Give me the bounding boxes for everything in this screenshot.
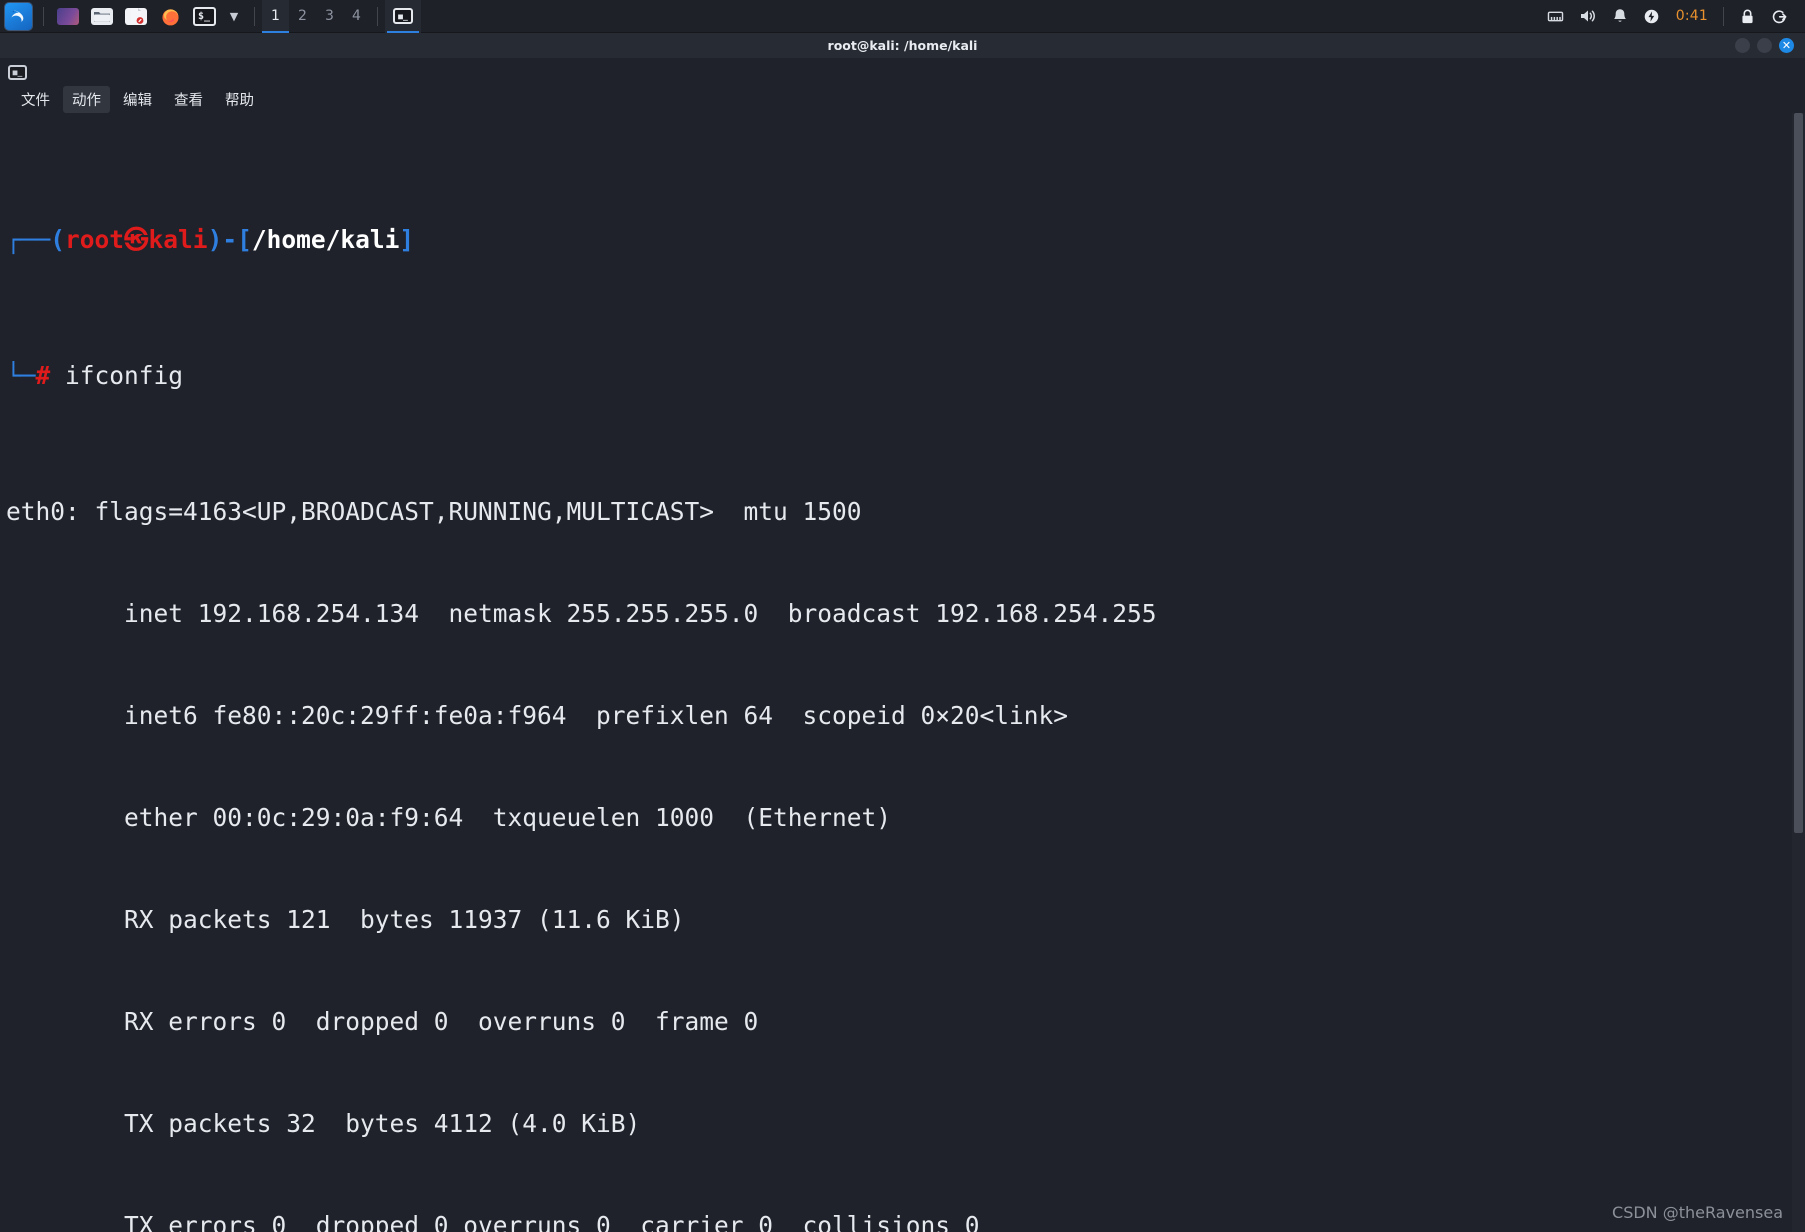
kali-dragon-icon: [4, 2, 32, 30]
workspace-button-1[interactable]: 1: [262, 0, 289, 33]
power-manager-icon[interactable]: [1636, 0, 1668, 33]
taskbar-separator: [254, 6, 255, 26]
prompt-path: /home/kali: [251, 225, 400, 254]
prompt-host: kali: [148, 225, 208, 254]
output-line: RX errors 0 dropped 0 overruns 0 frame 0: [6, 1007, 759, 1036]
window-icon-row: ■_: [0, 58, 1805, 86]
notification-bell-icon[interactable]: [1604, 0, 1636, 33]
prompt-paren-close: ): [207, 225, 223, 254]
watermark-text: CSDN @theRavensea: [1612, 1203, 1783, 1222]
taskbar-window-terminal[interactable]: ■_: [385, 0, 421, 33]
prompt-branch: ┌──: [6, 225, 51, 254]
command-line: └─# ifconfig: [6, 359, 1787, 393]
prompt-paren-open: (: [50, 225, 66, 254]
menu-view[interactable]: 查看: [165, 86, 212, 113]
prompt-at-symbol: ㉿: [124, 225, 149, 254]
taskbar-separator: [1723, 6, 1724, 26]
logout-icon[interactable]: [1763, 0, 1795, 33]
prompt-dash: -: [222, 225, 238, 254]
menu-help[interactable]: 帮助: [216, 86, 263, 113]
prompt-branch-bottom: └─: [6, 361, 36, 390]
menu-label: 编辑: [123, 93, 152, 109]
terminal-launcher-button[interactable]: $_: [187, 0, 221, 33]
firefox-icon: [161, 8, 179, 25]
terminal-scrollbar[interactable]: [1792, 113, 1805, 1232]
close-icon: ✕: [1781, 39, 1792, 52]
output-line: RX packets 121 bytes 11937 (11.6 KiB): [6, 905, 685, 934]
terminal-text: ┌──(root㉿kali)-[/home/kali] └─# ifconfig…: [6, 121, 1787, 1232]
prompt-hash: #: [35, 361, 51, 390]
apps-chevron-button[interactable]: ▼: [221, 0, 247, 33]
terminal-output-area[interactable]: ┌──(root㉿kali)-[/home/kali] └─# ifconfig…: [0, 113, 1805, 1232]
terminal-icon: $_: [192, 6, 216, 26]
terminal-icon: ■_: [393, 8, 413, 24]
command-text: ifconfig: [65, 361, 184, 390]
window-controls: ✕: [1735, 38, 1805, 53]
prompt-user: root: [65, 225, 125, 254]
workspace-label: 4: [352, 8, 361, 24]
text-editor-button[interactable]: [119, 0, 153, 33]
menu-label: 动作: [72, 93, 101, 109]
taskbar-separator: [377, 6, 378, 26]
taskbar: $_ ▼ 1 2 3 4 ■_ 0:41: [0, 0, 1805, 33]
menu-actions[interactable]: 动作: [63, 86, 110, 113]
show-desktop-button[interactable]: [51, 0, 85, 33]
folder-icon: [91, 7, 113, 25]
file-manager-button[interactable]: [85, 0, 119, 33]
prompt-line-top: ┌──(root㉿kali)-[/home/kali]: [6, 223, 1787, 257]
volume-icon[interactable]: [1572, 0, 1604, 33]
workspace-button-4[interactable]: 4: [343, 0, 370, 33]
network-icon[interactable]: [1540, 0, 1572, 33]
workspace-label: 3: [325, 8, 334, 24]
clock[interactable]: 0:41: [1668, 8, 1716, 24]
chevron-down-icon: ▼: [229, 9, 239, 23]
output-line: eth0: flags=4163<UP,BROADCAST,RUNNING,MU…: [6, 497, 862, 526]
menubar: 文件 动作 编辑 查看 帮助: [0, 86, 1805, 113]
prompt-bracket-close: ]: [399, 225, 415, 254]
terminal-window: root@kali: /home/kali ✕ ■_ 文件 动作 编辑 查看 帮…: [0, 33, 1805, 1232]
taskbar-left-group: $_ ▼ 1 2 3 4 ■_: [0, 0, 421, 33]
taskbar-separator: [43, 6, 44, 26]
minimize-button[interactable]: [1735, 38, 1750, 53]
display-icon: [57, 7, 79, 25]
output-line: inet 192.168.254.134 netmask 255.255.255…: [6, 599, 1157, 628]
workspace-label: 2: [298, 8, 307, 24]
taskbar-tray: 0:41: [1540, 0, 1805, 33]
kali-menu-button[interactable]: [0, 0, 36, 33]
menu-label: 帮助: [225, 93, 254, 109]
maximize-button[interactable]: [1757, 38, 1772, 53]
lock-icon[interactable]: [1731, 0, 1763, 33]
window-titlebar[interactable]: root@kali: /home/kali ✕: [0, 33, 1805, 58]
menu-file[interactable]: 文件: [12, 86, 59, 113]
menu-edit[interactable]: 编辑: [114, 86, 161, 113]
workspace-button-3[interactable]: 3: [316, 0, 343, 33]
workspace-label: 1: [271, 8, 280, 24]
output-line: TX packets 32 bytes 4112 (4.0 KiB): [6, 1109, 641, 1138]
terminal-icon: ■_: [8, 64, 27, 80]
workspace-button-2[interactable]: 2: [289, 0, 316, 33]
scrollbar-thumb[interactable]: [1794, 113, 1803, 833]
menu-label: 查看: [174, 93, 203, 109]
firefox-button[interactable]: [153, 0, 187, 33]
output-line: inet6 fe80::20c:29ff:fe0a:f964 prefixlen…: [6, 701, 1069, 730]
close-button[interactable]: ✕: [1779, 38, 1794, 53]
document-icon: [125, 7, 147, 25]
output-line: TX errors 0 dropped 0 overruns 0 carrier…: [6, 1211, 980, 1232]
output-line: ether 00:0c:29:0a:f9:64 txqueuelen 1000 …: [6, 803, 892, 832]
menu-label: 文件: [21, 93, 50, 109]
window-title: root@kali: /home/kali: [827, 38, 978, 53]
prompt-bracket-open: [: [237, 225, 252, 254]
